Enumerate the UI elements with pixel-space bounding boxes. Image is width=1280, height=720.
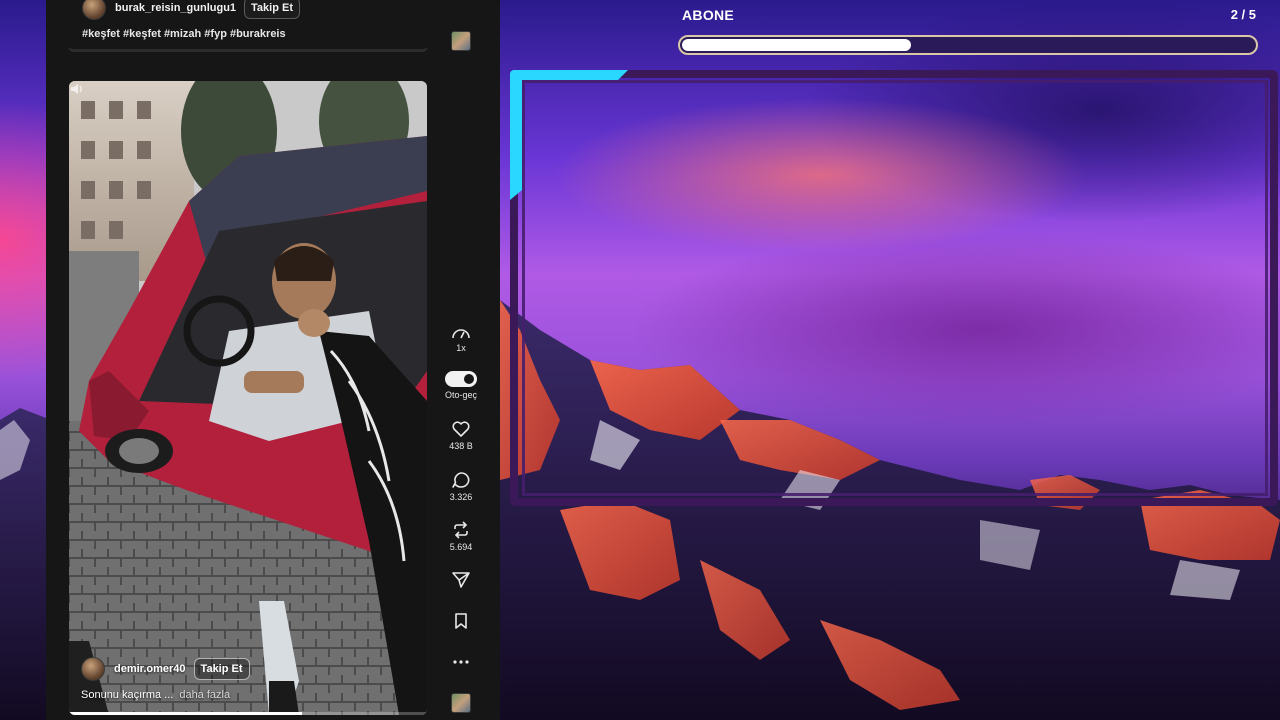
more-horizontal-icon bbox=[452, 0, 470, 4]
repost-count: 5.694 bbox=[449, 542, 473, 552]
like-button[interactable]: 438 B bbox=[441, 420, 481, 451]
subscribe-goal-fill bbox=[682, 39, 911, 51]
speed-button[interactable]: 1x bbox=[441, 326, 481, 353]
subscribe-goal-bar bbox=[678, 35, 1258, 55]
video-feed-panel: burak_reisin_gunlugu1 Takip Et #keşfet #… bbox=[46, 0, 500, 720]
share-button[interactable] bbox=[441, 571, 481, 589]
avatar[interactable] bbox=[81, 657, 105, 681]
volume-icon[interactable] bbox=[69, 81, 85, 97]
comment-icon bbox=[452, 472, 470, 488]
subscribe-goal-title: ABONE bbox=[682, 7, 735, 23]
more-top-button[interactable] bbox=[441, 0, 481, 4]
avatar[interactable] bbox=[82, 0, 106, 20]
speed-label: 1x bbox=[456, 343, 466, 353]
save-button[interactable] bbox=[441, 612, 481, 630]
follow-button[interactable]: Takip Et bbox=[244, 0, 301, 19]
toggle-switch[interactable] bbox=[445, 371, 477, 387]
bookmark-icon bbox=[455, 613, 467, 629]
thumbnail-image bbox=[451, 31, 471, 51]
autoplay-label: Oto-geç bbox=[444, 390, 477, 400]
top-thumbnail-button[interactable] bbox=[441, 31, 481, 51]
thumbnail-image bbox=[451, 693, 471, 713]
speedometer-icon bbox=[452, 329, 470, 339]
more-horizontal-icon bbox=[453, 660, 469, 664]
previous-post-card: burak_reisin_gunlugu1 Takip Et #keşfet #… bbox=[68, 0, 428, 52]
camera-area bbox=[522, 80, 1268, 496]
caption-text: Sonunu kaçırma ... bbox=[81, 689, 174, 701]
video-author: demir.omer40 Takip Et bbox=[81, 657, 250, 681]
video-player[interactable]: demir.omer40 Takip Et Sonunu kaçırma ...… bbox=[69, 81, 427, 715]
send-icon bbox=[452, 572, 470, 588]
repost-icon bbox=[454, 521, 468, 539]
like-count: 438 B bbox=[449, 441, 473, 451]
audio-thumbnail-button[interactable] bbox=[441, 693, 481, 713]
previous-post-hashtags[interactable]: #keşfet #keşfet #mizah #fyp #burakreis bbox=[82, 28, 286, 40]
previous-post-username[interactable]: burak_reisin_gunlugu1 bbox=[115, 2, 236, 14]
see-more-link[interactable]: daha fazla bbox=[179, 689, 230, 701]
video-frame bbox=[69, 81, 427, 715]
comment-button[interactable]: 3.326 bbox=[441, 471, 481, 502]
video-username[interactable]: demir.omer40 bbox=[114, 663, 186, 675]
more-button[interactable] bbox=[441, 655, 481, 669]
autoplay-toggle[interactable]: Oto-geç bbox=[441, 371, 481, 400]
comment-count: 3.326 bbox=[449, 492, 473, 502]
previous-post-author: burak_reisin_gunlugu1 Takip Et bbox=[82, 0, 301, 20]
subscribe-goal-count: 2 / 5 bbox=[1230, 7, 1256, 22]
follow-button[interactable]: Takip Et bbox=[193, 658, 250, 680]
repost-button[interactable]: 5.694 bbox=[441, 521, 481, 552]
heart-icon bbox=[452, 421, 470, 437]
action-rail: 1x Oto-geç 438 B 3.326 5.694 bbox=[441, 0, 481, 720]
video-progress-fill bbox=[69, 712, 302, 715]
video-caption: Sonunu kaçırma ... daha fazla bbox=[81, 689, 230, 701]
video-progress-bar[interactable] bbox=[69, 712, 427, 715]
